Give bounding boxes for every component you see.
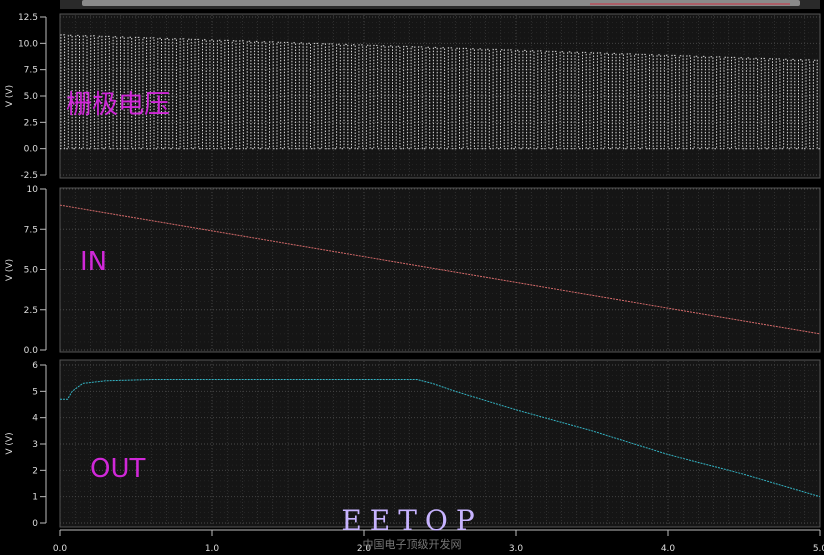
y-tick-label: 7.5 <box>24 66 38 76</box>
x-tick-label: 1.0 <box>205 544 220 554</box>
watermark-sub: 中国电子顶级开发网 <box>363 537 462 551</box>
y-axis-label: V (V) <box>5 432 15 454</box>
panel-2: 10 7.5 5.0 2.5 0.0 V (V) IN <box>5 185 821 356</box>
x-tick-label: 3.0 <box>509 544 524 554</box>
y-tick-label: 0.0 <box>24 346 39 356</box>
y-tick-label: 2 <box>32 466 38 476</box>
y-tick-label: 2.5 <box>24 306 38 316</box>
x-tick-label: 5.0 <box>813 544 824 554</box>
top-scrollbar-thumb[interactable] <box>82 0 800 6</box>
y-tick-label: 4 <box>32 414 38 424</box>
y-tick-label: 3 <box>32 440 38 450</box>
y-axis-label: V (V) <box>5 259 15 281</box>
y-tick-label: 0 <box>32 519 38 529</box>
y-tick-label: 12.5 <box>18 13 38 23</box>
y-tick-label: 2.5 <box>24 118 38 128</box>
transient-waveform-chart: 12.510.07.55.02.50.0-2.5V (V) 栅极电压107.55.… <box>0 0 824 555</box>
y-tick-label: 10.0 <box>18 39 38 49</box>
x-tick-label: 4.0 <box>661 544 676 554</box>
watermark-main: EETOP <box>341 504 482 537</box>
y-tick-label: 10 <box>27 185 39 195</box>
y-tick-label: 5.0 <box>24 92 39 102</box>
x-tick-label: 0.0 <box>53 544 68 554</box>
y-tick-label: 6 <box>32 361 38 371</box>
y-tick-label: 0.0 <box>24 145 39 155</box>
y-axis-label: V (V) <box>5 85 15 107</box>
panel-annotation-3: OUT <box>90 454 145 484</box>
y-tick-label: 5.0 <box>24 266 39 276</box>
panel-1: 12.5 10.0 7.5 5.0 2.5 0.0 -2.5 V (V) 栅极电压 <box>5 13 821 181</box>
y-tick-label: 1 <box>32 493 38 503</box>
panel-annotation-2: IN <box>80 247 107 277</box>
y-tick-label: 5 <box>32 387 38 397</box>
y-tick-label: -2.5 <box>20 171 38 181</box>
panel-annotation-1: 栅极电压 <box>66 90 170 120</box>
y-tick-label: 7.5 <box>24 225 38 235</box>
